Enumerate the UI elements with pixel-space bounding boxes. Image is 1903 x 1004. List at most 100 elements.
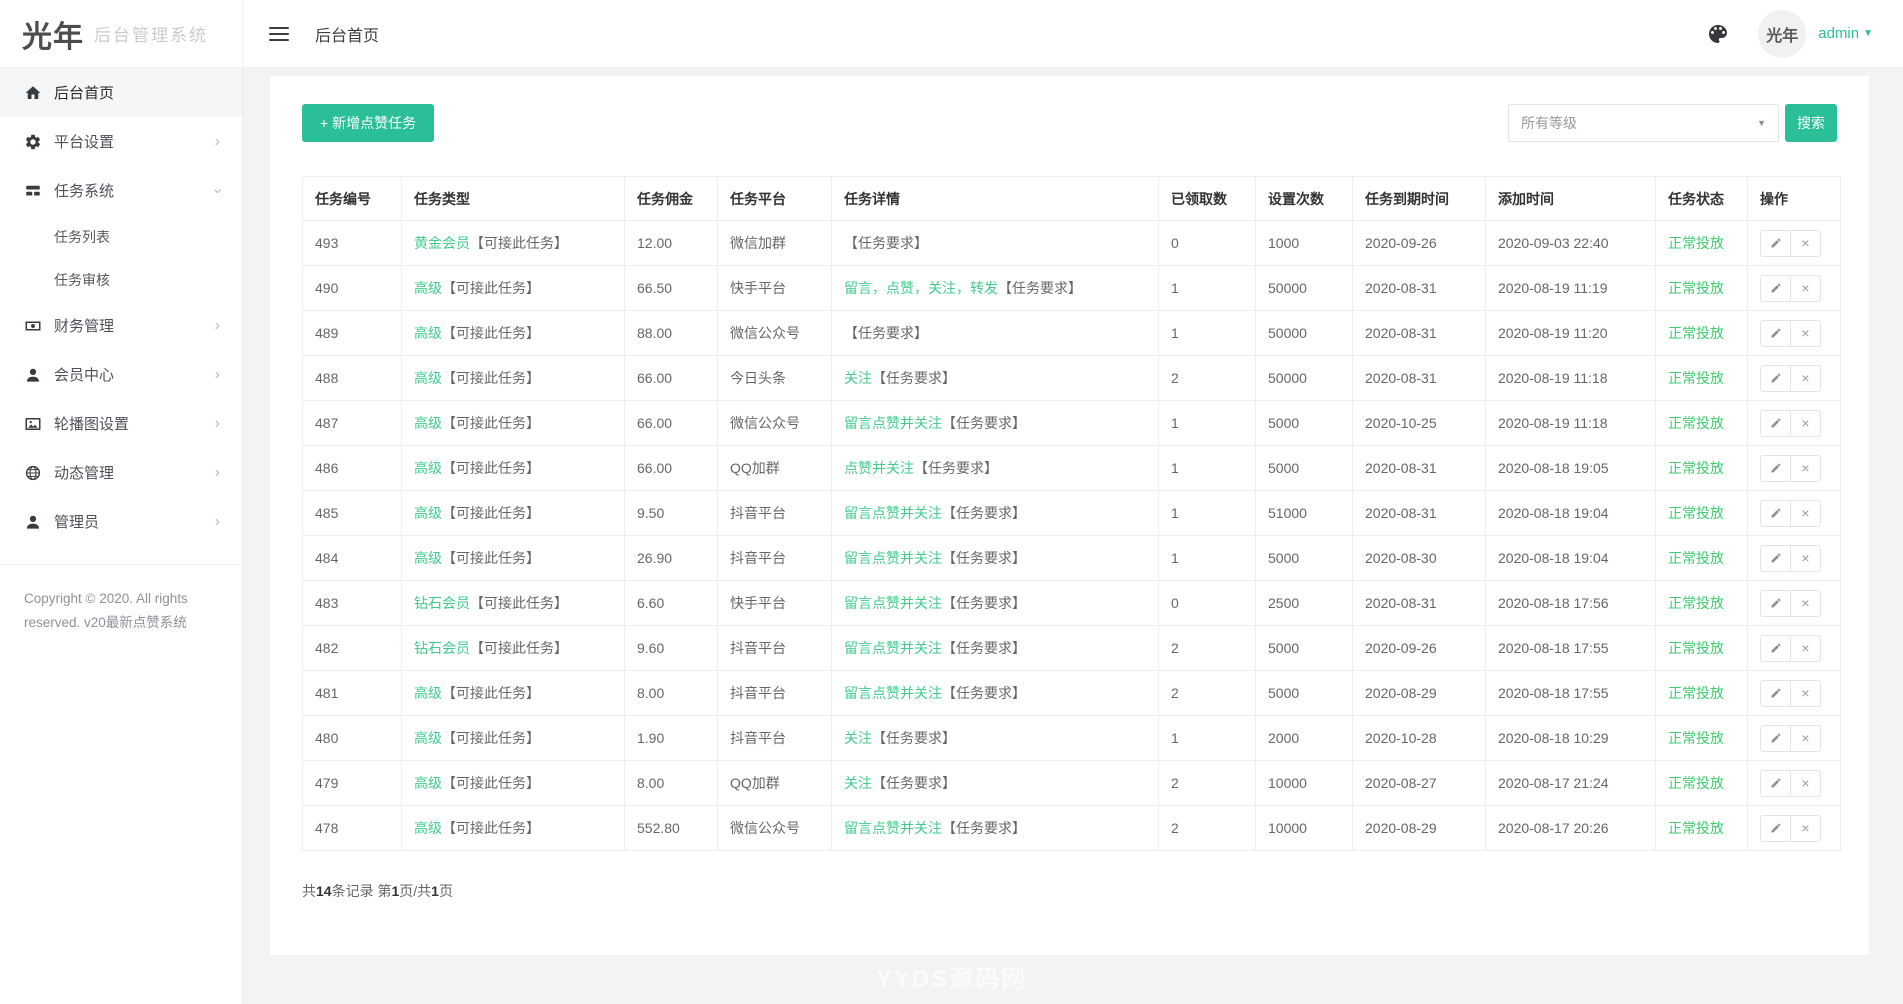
edit-task-button[interactable] bbox=[1760, 814, 1791, 842]
task-type-level: 高级 bbox=[414, 775, 442, 791]
total-pages: 1 bbox=[431, 883, 439, 899]
close-icon: × bbox=[1801, 595, 1810, 611]
edit-task-button[interactable] bbox=[1760, 589, 1791, 617]
task-type-level: 高级 bbox=[414, 820, 442, 836]
search-button[interactable]: 搜索 bbox=[1785, 104, 1837, 142]
op-button-group: × bbox=[1760, 679, 1821, 707]
delete-task-button[interactable]: × bbox=[1790, 634, 1821, 662]
sidebar-item-label: 任务系统 bbox=[54, 183, 115, 200]
tasks-icon bbox=[24, 182, 42, 200]
added-time-cell: 2020-08-18 17:56 bbox=[1485, 580, 1656, 626]
task-platform-cell: 抖音平台 bbox=[717, 715, 832, 761]
task-type-text: 【可接此任务】 bbox=[470, 235, 568, 251]
user-menu[interactable]: admin ▼ bbox=[1818, 25, 1873, 42]
status-badge: 正常投放 bbox=[1668, 235, 1724, 251]
task-type-text: 【可接此任务】 bbox=[442, 730, 540, 746]
column-header: 任务状态 bbox=[1655, 176, 1748, 221]
sidebar-item-platform-settings[interactable]: 平台设置 › bbox=[0, 117, 242, 166]
claimed-count-cell: 1 bbox=[1158, 265, 1256, 311]
task-commission-cell: 6.60 bbox=[624, 580, 718, 626]
pencil-icon bbox=[1770, 777, 1782, 789]
delete-task-button[interactable]: × bbox=[1790, 544, 1821, 572]
avatar-logo: 光年 bbox=[1766, 25, 1799, 45]
task-detail-actions: 留言点赞并关注 bbox=[844, 550, 942, 566]
edit-task-button[interactable] bbox=[1760, 679, 1791, 707]
op-button-group: × bbox=[1760, 769, 1821, 797]
delete-task-button[interactable]: × bbox=[1790, 499, 1821, 527]
edit-task-button[interactable] bbox=[1760, 409, 1791, 437]
task-commission-cell: 66.00 bbox=[624, 355, 718, 401]
add-task-button[interactable]: + 新增点赞任务 bbox=[302, 104, 435, 142]
set-times-cell: 2500 bbox=[1255, 580, 1353, 626]
delete-task-button[interactable]: × bbox=[1790, 409, 1821, 437]
task-detail-text: 【任务要求】 bbox=[872, 730, 956, 746]
operations-cell: × bbox=[1747, 715, 1841, 761]
sidebar-item-task-review[interactable]: 任务审核 bbox=[0, 258, 242, 301]
edit-task-button[interactable] bbox=[1760, 229, 1791, 257]
edit-task-button[interactable] bbox=[1760, 454, 1791, 482]
task-platform-cell: 微信公众号 bbox=[717, 400, 832, 446]
status-badge: 正常投放 bbox=[1668, 415, 1724, 431]
sidebar-item-task-list[interactable]: 任务列表 bbox=[0, 215, 242, 258]
delete-task-button[interactable]: × bbox=[1790, 724, 1821, 752]
task-type-cell: 黄金会员【可接此任务】 bbox=[401, 220, 625, 266]
status-badge: 正常投放 bbox=[1668, 370, 1724, 386]
delete-task-button[interactable]: × bbox=[1790, 364, 1821, 392]
task-detail-text: 【任务要求】 bbox=[844, 325, 928, 341]
task-detail-cell: 留言点赞并关注【任务要求】 bbox=[831, 535, 1159, 581]
status-badge: 正常投放 bbox=[1668, 550, 1724, 566]
edit-task-button[interactable] bbox=[1760, 769, 1791, 797]
image-icon bbox=[24, 415, 42, 433]
theme-palette-icon[interactable] bbox=[1706, 22, 1730, 46]
task-detail-cell: 留言，点赞，关注，转发【任务要求】 bbox=[831, 265, 1159, 311]
edit-task-button[interactable] bbox=[1760, 499, 1791, 527]
operations-cell: × bbox=[1747, 625, 1841, 671]
hamburger-menu-icon[interactable] bbox=[269, 26, 289, 41]
content-card: + 新增点赞任务 所有等级 ▼ 搜索 任务编号 任务类型 任务佣金 任务平台 任务详情已… bbox=[270, 76, 1869, 955]
delete-task-button[interactable]: × bbox=[1790, 589, 1821, 617]
operations-cell: × bbox=[1747, 760, 1841, 806]
added-time-cell: 2020-08-18 10:29 bbox=[1485, 715, 1656, 761]
edit-task-button[interactable] bbox=[1760, 364, 1791, 392]
column-header: 任务平台 bbox=[717, 176, 832, 221]
level-filter-value: 所有等级 bbox=[1521, 115, 1577, 131]
edit-task-button[interactable] bbox=[1760, 724, 1791, 752]
expire-date-cell: 2020-08-31 bbox=[1352, 580, 1486, 626]
sidebar-item-administrator[interactable]: 管理员 › bbox=[0, 497, 242, 546]
delete-task-button[interactable]: × bbox=[1790, 769, 1821, 797]
level-filter-select[interactable]: 所有等级 ▼ bbox=[1508, 104, 1779, 142]
edit-task-button[interactable] bbox=[1760, 544, 1791, 572]
close-icon: × bbox=[1801, 640, 1810, 656]
sidebar-item-dynamic-management[interactable]: 动态管理 › bbox=[0, 448, 242, 497]
edit-task-button[interactable] bbox=[1760, 634, 1791, 662]
pencil-icon bbox=[1770, 372, 1782, 384]
added-time-cell: 2020-08-18 17:55 bbox=[1485, 625, 1656, 671]
sidebar-item-member-center[interactable]: 会员中心 › bbox=[0, 350, 242, 399]
task-detail-actions: 点赞并关注 bbox=[844, 460, 914, 476]
sidebar-item-home[interactable]: 后台首页 bbox=[0, 68, 242, 117]
delete-task-button[interactable]: × bbox=[1790, 814, 1821, 842]
delete-task-button[interactable]: × bbox=[1790, 679, 1821, 707]
task-type-cell: 高级【可接此任务】 bbox=[401, 445, 625, 491]
task-detail-cell: 关注【任务要求】 bbox=[831, 760, 1159, 806]
delete-task-button[interactable]: × bbox=[1790, 274, 1821, 302]
delete-task-button[interactable]: × bbox=[1790, 319, 1821, 347]
task-detail-cell: 留言点赞并关注【任务要求】 bbox=[831, 580, 1159, 626]
claimed-count-cell: 1 bbox=[1158, 445, 1256, 491]
sidebar-item-task-system[interactable]: 任务系统 › bbox=[0, 166, 242, 215]
sidebar-item-carousel-settings[interactable]: 轮播图设置 › bbox=[0, 399, 242, 448]
home-icon bbox=[24, 84, 42, 102]
delete-task-button[interactable]: × bbox=[1790, 229, 1821, 257]
chevron-down-icon: › bbox=[209, 187, 227, 194]
op-button-group: × bbox=[1760, 589, 1821, 617]
close-icon: × bbox=[1801, 820, 1810, 836]
chevron-right-icon: › bbox=[214, 316, 220, 334]
task-type-level: 钻石会员 bbox=[414, 640, 470, 656]
status-badge: 正常投放 bbox=[1668, 460, 1724, 476]
edit-task-button[interactable] bbox=[1760, 319, 1791, 347]
sidebar-item-finance[interactable]: 财务管理 › bbox=[0, 301, 242, 350]
edit-task-button[interactable] bbox=[1760, 274, 1791, 302]
delete-task-button[interactable]: × bbox=[1790, 454, 1821, 482]
task-platform-cell: QQ加群 bbox=[717, 760, 832, 806]
column-header: 任务佣金 bbox=[624, 176, 718, 221]
